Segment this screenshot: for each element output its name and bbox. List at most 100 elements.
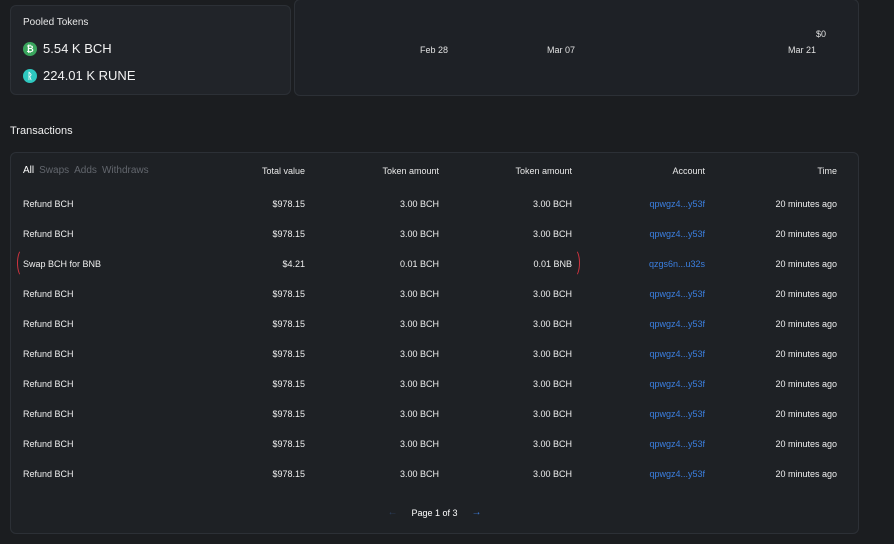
column-header-account[interactable]: Account <box>672 166 705 176</box>
transaction-description: Refund BCH <box>23 409 74 419</box>
annotation-mark-right <box>569 249 580 277</box>
column-header-token-amount[interactable]: Token amount <box>515 166 572 176</box>
transaction-token-amount-1: 3.00 BCH <box>399 379 439 389</box>
transaction-total-value: $978.15 <box>272 289 305 299</box>
transaction-token-amount-1: 3.00 BCH <box>399 199 439 209</box>
table-row[interactable]: Swap BCH for BNB $4.21 0.01 BCH 0.01 BNB qzg… <box>11 248 858 278</box>
transaction-token-amount-2: 3.00 BCH <box>532 289 572 299</box>
table-row[interactable]: Refund BCH $978.15 3.00 BCH 3.00 BCH qpwgz4.… <box>11 458 858 488</box>
table-row[interactable]: Refund BCH $978.15 3.00 BCH 3.00 BCH qpwgz4.… <box>11 428 858 458</box>
table-row[interactable]: Refund BCH $978.15 3.00 BCH 3.00 BCH qpwgz4.… <box>11 188 858 218</box>
pooled-token-rune: ᚱ 224.01 K RUNE <box>23 68 136 83</box>
transaction-total-value: $978.15 <box>272 409 305 419</box>
rune-icon: ᚱ <box>23 68 37 83</box>
transaction-time: 20 minutes ago <box>775 469 837 479</box>
transaction-time: 20 minutes ago <box>775 289 837 299</box>
filter-swaps[interactable]: Swaps <box>39 165 69 176</box>
transaction-token-amount-2: 3.00 BCH <box>532 469 572 479</box>
transaction-token-amount-2: 3.00 BCH <box>532 229 572 239</box>
transaction-account-link[interactable]: qpwgz4...y53f <box>649 289 705 299</box>
table-row[interactable]: Refund BCH $978.15 3.00 BCH 3.00 BCH qpwgz4.… <box>11 308 858 338</box>
transaction-description: Refund BCH <box>23 229 74 239</box>
transaction-time: 20 minutes ago <box>775 439 837 449</box>
transaction-token-amount-2: 0.01 BNB <box>533 259 572 269</box>
transaction-time: 20 minutes ago <box>775 409 837 419</box>
transaction-time: 20 minutes ago <box>775 319 837 329</box>
transaction-token-amount-1: 0.01 BCH <box>399 259 439 269</box>
transaction-account-link[interactable]: qpwgz4...y53f <box>649 379 705 389</box>
transaction-total-value: $978.15 <box>272 379 305 389</box>
next-page-arrow-icon[interactable]: → <box>472 507 482 518</box>
transaction-description: Refund BCH <box>23 349 74 359</box>
transaction-token-amount-1: 3.00 BCH <box>399 319 439 329</box>
transaction-description: Refund BCH <box>23 319 74 329</box>
table-row[interactable]: Refund BCH $978.15 3.00 BCH 3.00 BCH qpwgz4.… <box>11 368 858 398</box>
transaction-token-amount-2: 3.00 BCH <box>532 319 572 329</box>
transaction-description: Refund BCH <box>23 469 74 479</box>
filter-all[interactable]: All <box>23 165 34 176</box>
transaction-account-link[interactable]: qpwgz4...y53f <box>649 229 705 239</box>
table-row[interactable]: Refund BCH $978.15 3.00 BCH 3.00 BCH qpwgz4.… <box>11 218 858 248</box>
transaction-token-amount-1: 3.00 BCH <box>399 469 439 479</box>
pooled-tokens-card: Pooled Tokens ₿ 5.54 K BCH ᚱ 224.01 K RU… <box>10 5 291 95</box>
transaction-total-value: $4.21 <box>282 259 305 269</box>
chart-x-label: Feb 28 <box>420 45 449 55</box>
transaction-account-link[interactable]: qpwgz4...y53f <box>649 349 705 359</box>
transactions-title: Transactions <box>10 125 73 137</box>
chart-x-label: Mar 07 <box>547 45 576 55</box>
column-header-total-value[interactable]: Total value <box>262 166 305 176</box>
table-row[interactable]: Refund BCH $978.15 3.00 BCH 3.00 BCH qpwgz4.… <box>11 278 858 308</box>
chart-y-label: $0 <box>816 29 827 39</box>
transaction-total-value: $978.15 <box>272 349 305 359</box>
transaction-description: Refund BCH <box>23 289 74 299</box>
transaction-account-link[interactable]: qpwgz4...y53f <box>649 409 705 419</box>
transaction-time: 20 minutes ago <box>775 229 837 239</box>
transaction-token-amount-1: 3.00 BCH <box>399 289 439 299</box>
page-indicator: Page 1 of 3 <box>411 507 458 518</box>
pooled-token-amount: 224.01 K RUNE <box>43 68 136 83</box>
transaction-total-value: $978.15 <box>272 439 305 449</box>
transaction-account-link[interactable]: qpwgz4...y53f <box>649 439 705 449</box>
annotation-mark-left <box>17 249 28 277</box>
transaction-token-amount-1: 3.00 BCH <box>399 439 439 449</box>
transactions-table: All Swaps Adds Withdraws Total value Tok… <box>10 152 859 534</box>
bch-icon: ₿ <box>23 41 37 56</box>
column-header-token-amount[interactable]: Token amount <box>382 166 439 176</box>
chart-panel: $0 Feb 28 Mar 07 Mar 21 <box>294 0 859 96</box>
transaction-account-link[interactable]: qpwgz4...y53f <box>649 469 705 479</box>
transaction-description: Refund BCH <box>23 199 74 209</box>
transaction-token-amount-1: 3.00 BCH <box>399 229 439 239</box>
transaction-token-amount-2: 3.00 BCH <box>532 199 572 209</box>
transaction-total-value: $978.15 <box>272 229 305 239</box>
prev-page-arrow-icon[interactable]: ← <box>387 507 397 518</box>
transaction-account-link[interactable]: qzgs6n...u32s <box>649 259 705 269</box>
transaction-description: Refund BCH <box>23 379 74 389</box>
transaction-token-amount-1: 3.00 BCH <box>399 349 439 359</box>
table-row[interactable]: Refund BCH $978.15 3.00 BCH 3.00 BCH qpwgz4.… <box>11 338 858 368</box>
transaction-description: Swap BCH for BNB <box>23 259 102 269</box>
filter-withdraws[interactable]: Withdraws <box>102 165 149 176</box>
transaction-token-amount-1: 3.00 BCH <box>399 409 439 419</box>
transaction-time: 20 minutes ago <box>775 379 837 389</box>
transaction-token-amount-2: 3.00 BCH <box>532 379 572 389</box>
transaction-token-amount-2: 3.00 BCH <box>532 349 572 359</box>
transaction-account-link[interactable]: qpwgz4...y53f <box>649 199 705 209</box>
column-header-time[interactable]: Time <box>817 166 837 176</box>
transaction-filters: All Swaps Adds Withdraws <box>23 165 149 176</box>
transaction-token-amount-2: 3.00 BCH <box>532 409 572 419</box>
transaction-account-link[interactable]: qpwgz4...y53f <box>649 319 705 329</box>
transaction-token-amount-2: 3.00 BCH <box>532 439 572 449</box>
transaction-description: Refund BCH <box>23 439 74 449</box>
transaction-total-value: $978.15 <box>272 199 305 209</box>
chart-x-label: Mar 21 <box>788 45 817 55</box>
filter-adds[interactable]: Adds <box>74 165 97 176</box>
transaction-time: 20 minutes ago <box>775 349 837 359</box>
pooled-tokens-title: Pooled Tokens <box>23 17 89 28</box>
pooled-token-amount: 5.54 K BCH <box>43 41 112 56</box>
transaction-time: 20 minutes ago <box>775 199 837 209</box>
pooled-token-bch: ₿ 5.54 K BCH <box>23 41 112 56</box>
transaction-time: 20 minutes ago <box>775 259 837 269</box>
pagination: ← Page 1 of 3 → <box>11 507 858 518</box>
table-row[interactable]: Refund BCH $978.15 3.00 BCH 3.00 BCH qpwgz4.… <box>11 398 858 428</box>
transaction-total-value: $978.15 <box>272 319 305 329</box>
